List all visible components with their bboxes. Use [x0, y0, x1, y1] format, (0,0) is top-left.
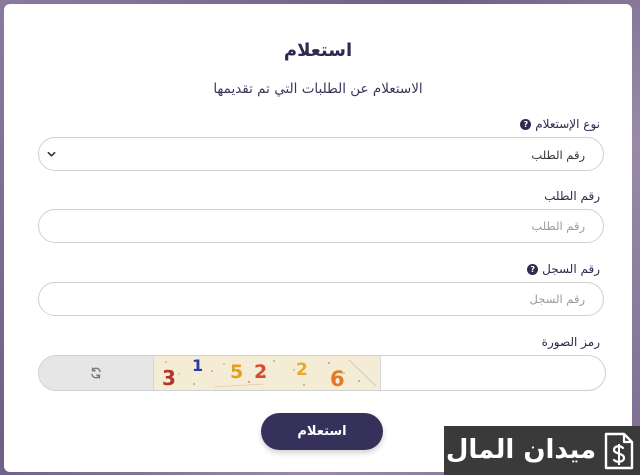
question-circle-icon[interactable]: ? — [527, 263, 539, 275]
money-document-icon — [604, 432, 634, 470]
watermark-text: ميدان المال — [445, 435, 597, 465]
captcha-digit-5: 2 — [296, 360, 308, 380]
request-number-input[interactable] — [39, 210, 603, 242]
captcha-canvas: 3 1 5 2 2 6 — [154, 356, 380, 390]
captcha-group: 3 1 5 2 2 6 — [38, 355, 606, 391]
request-number-field[interactable] — [38, 209, 604, 243]
inquiry-type-label: نوع الإستعلام ? — [520, 117, 600, 131]
request-number-label: رقم الطلب — [544, 189, 600, 203]
record-number-label-text: رقم السجل — [542, 262, 600, 276]
record-number-input[interactable] — [39, 283, 603, 315]
request-number-label-text: رقم الطلب — [544, 189, 600, 203]
captcha-digit-4: 2 — [254, 361, 267, 383]
inquiry-card: استعلام الاستعلام عن الطلبات التي تم تقد… — [4, 4, 632, 472]
inquiry-type-label-text: نوع الإستعلام — [535, 117, 600, 131]
refresh-icon — [91, 367, 101, 379]
inquiry-type-select[interactable]: رقم الطلب — [38, 137, 604, 171]
captcha-input[interactable] — [381, 356, 605, 390]
page-subtitle: الاستعلام عن الطلبات التي تم تقديمها — [213, 81, 423, 97]
record-number-label: رقم السجل ? — [527, 262, 600, 276]
record-number-field[interactable] — [38, 282, 604, 316]
captcha-refresh-button[interactable] — [39, 356, 153, 390]
chevron-down-icon — [47, 151, 56, 157]
captcha-digit-2: 1 — [192, 356, 203, 375]
page-title: استعلام — [283, 40, 353, 61]
captcha-digit-1: 3 — [162, 366, 176, 390]
captcha-digit-3: 5 — [230, 361, 243, 383]
captcha-label-text: رمز الصورة — [541, 335, 600, 349]
submit-inquiry-button[interactable]: استعلام — [261, 413, 383, 450]
captcha-label: رمز الصورة — [542, 335, 600, 349]
watermark-banner: ميدان المال — [444, 426, 640, 475]
question-circle-icon[interactable]: ? — [520, 118, 532, 130]
captcha-image: 3 1 5 2 2 6 — [153, 356, 381, 390]
inquiry-type-selected-value: رقم الطلب — [531, 148, 585, 162]
captcha-digit-6: 6 — [330, 367, 345, 390]
